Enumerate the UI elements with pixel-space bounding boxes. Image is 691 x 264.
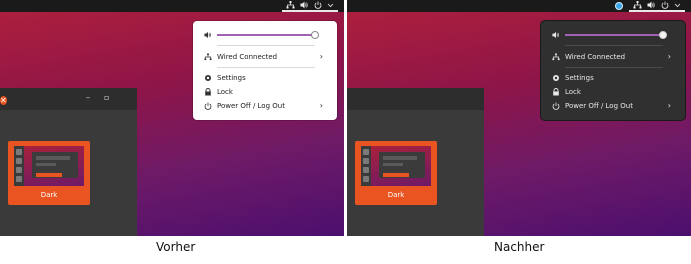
system-menu: Wired Connected › Settings Lock Power Of…	[541, 21, 685, 120]
volume-slider[interactable]	[565, 31, 667, 39]
settings-window: – ▫ ✕ Dark	[0, 88, 137, 236]
screenshot-before: – ▫ ✕ Dark Wired Connected › Settings Lo…	[0, 0, 344, 236]
menu-item-label: Lock	[565, 88, 581, 96]
volume-slider-fill	[217, 34, 315, 36]
network-icon	[286, 1, 295, 9]
lock-icon	[204, 88, 212, 96]
maximize-button[interactable]: ▫	[104, 93, 109, 103]
window-titlebar	[347, 88, 484, 110]
chromium-icon[interactable]	[615, 2, 623, 10]
settings-icon	[204, 74, 212, 82]
chevron-down-icon	[327, 2, 334, 8]
menu-separator	[565, 67, 663, 68]
chevron-right-icon: ›	[319, 52, 323, 61]
top-bar	[347, 0, 691, 12]
network-icon	[204, 53, 212, 61]
screenshot-after: Dark Wired Connected › Settings Lock Pow…	[347, 0, 691, 236]
menu-item-label: Wired Connected	[217, 53, 278, 61]
theme-option-dark[interactable]: Dark	[8, 141, 90, 205]
chevron-right-icon: ›	[667, 101, 671, 110]
settings-window: Dark	[347, 88, 484, 236]
minimize-button[interactable]: –	[86, 93, 90, 103]
theme-preview-thumbnail	[361, 146, 431, 186]
menu-item-lock[interactable]: Lock	[193, 86, 337, 98]
status-menu-button[interactable]	[282, 0, 338, 12]
menu-item-settings[interactable]: Settings	[193, 72, 337, 84]
power-icon	[204, 102, 212, 110]
power-icon	[661, 1, 669, 9]
menu-item-wired[interactable]: Wired Connected ›	[541, 51, 685, 63]
menu-item-label: Lock	[217, 88, 233, 96]
system-tray[interactable]	[615, 0, 685, 12]
close-button[interactable]: ✕	[0, 96, 7, 105]
network-icon	[633, 1, 642, 9]
menu-item-power[interactable]: Power Off / Log Out ›	[541, 100, 685, 112]
menu-item-label: Power Off / Log Out	[217, 102, 285, 110]
menu-item-label: Power Off / Log Out	[565, 102, 633, 110]
menu-item-lock[interactable]: Lock	[541, 86, 685, 98]
menu-separator	[217, 67, 315, 68]
volume-slider[interactable]	[217, 31, 319, 39]
menu-item-wired[interactable]: Wired Connected ›	[193, 51, 337, 63]
chevron-down-icon	[674, 2, 681, 8]
comparison-figure: – ▫ ✕ Dark Wired Connected › Settings Lo…	[0, 0, 691, 264]
volume-icon	[552, 31, 560, 39]
menu-separator	[565, 45, 663, 46]
system-tray[interactable]	[282, 0, 338, 12]
power-icon	[314, 1, 322, 9]
volume-row	[541, 29, 685, 41]
theme-preview-thumbnail	[14, 146, 84, 186]
lock-icon	[552, 88, 560, 96]
power-icon	[552, 102, 560, 110]
window-titlebar: – ▫ ✕	[0, 88, 137, 110]
menu-separator	[217, 45, 315, 46]
status-menu-button[interactable]	[629, 0, 685, 12]
volume-icon	[647, 1, 656, 9]
chevron-right-icon: ›	[667, 52, 671, 61]
menu-item-label: Settings	[565, 74, 594, 82]
volume-slider-knob[interactable]	[311, 31, 319, 39]
top-bar	[0, 0, 344, 12]
caption-after: Nachher	[494, 240, 545, 254]
chevron-right-icon: ›	[319, 101, 323, 110]
theme-option-dark[interactable]: Dark	[355, 141, 437, 205]
volume-slider-knob[interactable]	[659, 31, 667, 39]
theme-label: Dark	[387, 191, 405, 199]
menu-item-label: Wired Connected	[565, 53, 626, 61]
network-icon	[552, 53, 560, 61]
theme-label: Dark	[40, 191, 58, 199]
volume-icon	[300, 1, 309, 9]
volume-row	[193, 29, 337, 41]
settings-icon	[552, 74, 560, 82]
system-menu: Wired Connected › Settings Lock Power Of…	[193, 21, 337, 120]
menu-item-power[interactable]: Power Off / Log Out ›	[193, 100, 337, 112]
menu-item-label: Settings	[217, 74, 246, 82]
volume-icon	[204, 31, 212, 39]
caption-before: Vorher	[156, 240, 196, 254]
menu-item-settings[interactable]: Settings	[541, 72, 685, 84]
volume-slider-fill	[565, 34, 663, 36]
